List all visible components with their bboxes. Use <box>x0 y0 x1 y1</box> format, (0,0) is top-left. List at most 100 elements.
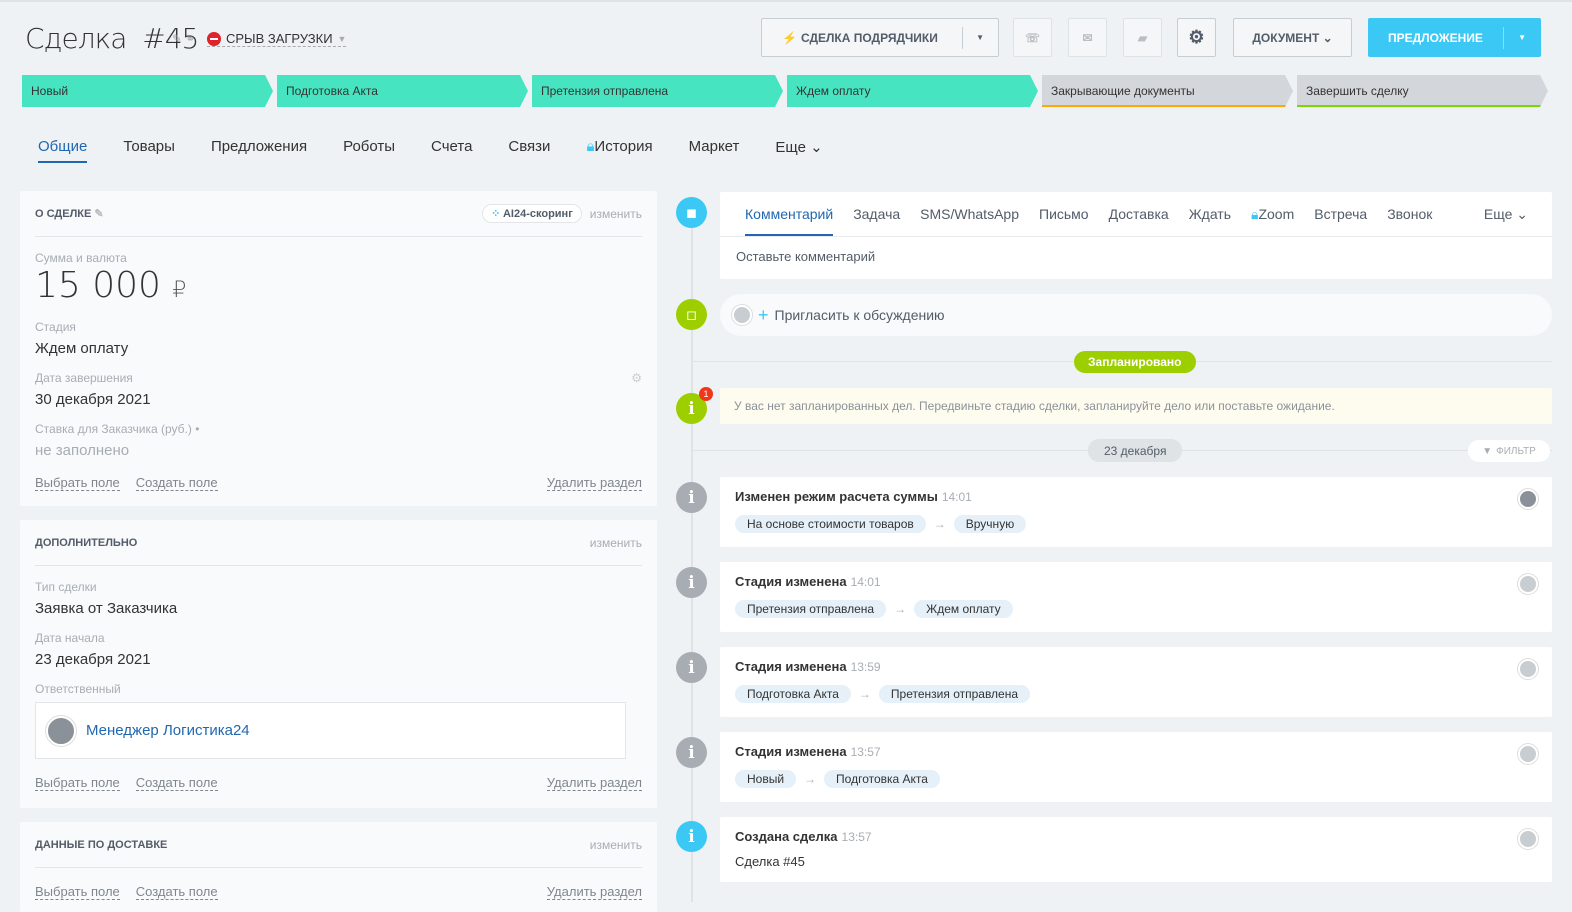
ai-scoring-button[interactable]: ⁘ AI24-скоринг <box>482 204 582 223</box>
stage-bar: Новый Подготовка Акта Претензия отправле… <box>22 75 1548 107</box>
timeline-event: Стадия изменена 14:01 Претензия отправлена… <box>720 562 1552 632</box>
timeline-event: Стадия изменена 13:59 Подготовка Акта → Прет… <box>720 647 1552 717</box>
tab-links[interactable]: Связи <box>508 138 550 163</box>
avatar[interactable] <box>1518 744 1538 764</box>
tab-history[interactable]: 🔒︎История <box>586 138 652 163</box>
event-time: 13:57 <box>850 745 881 759</box>
delete-section-link[interactable]: Удалить раздел <box>546 884 642 900</box>
create-field-link[interactable]: Создать поле <box>135 775 218 791</box>
settings-button[interactable]: ⚙ <box>1177 18 1216 57</box>
chat-icon: ▫ <box>676 299 707 330</box>
delete-section-link[interactable]: Удалить раздел <box>546 475 642 491</box>
call-button[interactable]: ☏ <box>1013 18 1052 57</box>
event-title: Стадия изменена <box>735 574 847 589</box>
status-dropdown[interactable]: СРЫВ ЗАГРУЗКИ ▼ <box>207 31 347 47</box>
delivery-section: ДАННЫЕ ПО ДОСТАВКЕ изменить Выбрать поле С… <box>20 822 657 912</box>
change-link[interactable]: изменить <box>590 536 642 550</box>
stage-new[interactable]: Новый <box>22 75 273 107</box>
tab-more[interactable]: Еще ⌄ <box>775 138 822 163</box>
avatar[interactable] <box>1518 659 1538 679</box>
deal-tabs: Общие Товары Предложения Роботы Счета Св… <box>38 138 823 163</box>
section-title: ДАННЫЕ ПО ДОСТАВКЕ <box>35 838 168 851</box>
select-field-link[interactable]: Выбрать поле <box>35 775 120 791</box>
scoring-label: AI24-скоринг <box>502 208 573 220</box>
timeline-event-created: Создана сделка 13:57 Сделка #45 <box>720 817 1552 882</box>
stage-awaiting-payment[interactable]: Ждем оплату <box>787 75 1038 107</box>
tab-zoom[interactable]: 🔒︎Zoom <box>1251 206 1294 223</box>
event-time: 13:57 <box>841 830 872 844</box>
comment-input[interactable]: Оставьте комментарий <box>720 237 1552 276</box>
avatar <box>732 305 752 325</box>
close-date-value[interactable]: 30 декабря 2021 <box>35 391 642 408</box>
edit-link-icons[interactable]: ✎ ⚭ <box>172 32 195 46</box>
create-field-link[interactable]: Создать поле <box>135 884 218 900</box>
info-icon: i <box>676 821 707 852</box>
user-icon[interactable] <box>1518 489 1538 509</box>
info-icon: i <box>676 567 707 598</box>
avatar[interactable] <box>1518 574 1538 594</box>
delete-section-link[interactable]: Удалить раздел <box>546 775 642 791</box>
email-button[interactable]: ✉ <box>1068 18 1107 57</box>
change-link[interactable]: изменить <box>590 207 642 221</box>
tab-more-label: Еще <box>1483 205 1513 222</box>
amount: 15 000 <box>35 265 161 306</box>
chevron-down-icon: ⌄ <box>1516 205 1528 222</box>
tab-offers[interactable]: Предложения <box>211 138 307 163</box>
stage-claim-sent[interactable]: Претензия отправлена <box>532 75 783 107</box>
tab-products[interactable]: Товары <box>123 138 175 163</box>
tab-call[interactable]: Звонок <box>1387 206 1432 222</box>
stage-closing-docs[interactable]: Закрывающие документы <box>1042 75 1293 107</box>
chevron-down-icon: ⌄ <box>1322 30 1333 45</box>
caret-icon[interactable]: ▼ <box>1518 33 1526 42</box>
gear-icon[interactable]: ⚙ <box>631 371 642 385</box>
timeline-event: Стадия изменена 13:57 Новый → Подготовка Акт… <box>720 732 1552 802</box>
avatar[interactable] <box>1518 829 1538 849</box>
rate-value[interactable]: не заполнено <box>35 442 642 459</box>
tab-market[interactable]: Маркет <box>689 138 740 163</box>
stage-finish-deal[interactable]: Завершить сделку <box>1297 75 1548 107</box>
change-link[interactable]: изменить <box>590 838 642 852</box>
document-button[interactable]: ДОКУМЕНТ ⌄ <box>1233 18 1352 57</box>
tab-general[interactable]: Общие <box>38 138 88 163</box>
responsible-link[interactable]: Менеджер Логистика24 <box>86 722 250 739</box>
timeline-event: Изменен режим расчета суммы 14:01 На основ… <box>720 477 1552 547</box>
tab-wait[interactable]: Ждать <box>1189 206 1231 222</box>
tab-email[interactable]: Письмо <box>1039 206 1089 222</box>
filter-label: ФИЛЬТР <box>1496 445 1536 457</box>
deal-type-label: Тип сделки <box>35 580 97 594</box>
filter-icon: ▼ <box>1482 445 1493 457</box>
tab-comment[interactable]: Комментарий <box>745 193 834 236</box>
arrow-icon: → <box>858 687 871 701</box>
filter-button[interactable]: ▼ ФИЛЬТР <box>1468 440 1550 462</box>
info-icon: i <box>676 737 707 768</box>
from-chip: Новый <box>735 770 797 788</box>
stage-value[interactable]: Ждем оплату <box>35 340 642 357</box>
start-date-value[interactable]: 23 декабря 2021 <box>35 651 642 668</box>
section-title: ДОПОЛНИТЕЛЬНО <box>35 536 138 549</box>
tab-sms[interactable]: SMS/WhatsApp <box>920 206 1019 222</box>
tab-robots[interactable]: Роботы <box>343 138 395 163</box>
select-field-link[interactable]: Выбрать поле <box>35 884 120 900</box>
tab-invoices[interactable]: Счета <box>431 138 472 163</box>
chat-button[interactable]: ▰ <box>1123 18 1162 57</box>
from-chip: На основе стоимости товаров <box>735 515 926 533</box>
avatar <box>46 715 76 746</box>
stage-label: Стадия <box>35 320 76 334</box>
to-chip: Подготовка Акта <box>824 770 940 788</box>
info-icon: i <box>676 482 707 513</box>
stage-act-prep[interactable]: Подготовка Акта <box>277 75 528 107</box>
event-time: 14:01 <box>850 575 881 589</box>
pencil-icon[interactable]: ✎ <box>94 208 103 220</box>
tab-task[interactable]: Задача <box>853 206 900 222</box>
offer-button[interactable]: ПРЕДЛОЖЕНИЕ ▼ <box>1368 18 1541 57</box>
contractors-button[interactable]: ⚡ СДЕЛКА ПОДРЯДЧИКИ ▼ <box>761 18 999 57</box>
tab-delivery[interactable]: Доставка <box>1109 206 1169 222</box>
deal-type-value[interactable]: Заявка от Заказчика <box>35 600 642 617</box>
tab-meeting[interactable]: Встреча <box>1314 206 1367 222</box>
create-field-link[interactable]: Создать поле <box>135 475 218 491</box>
invite-to-discussion[interactable]: + Пригласить к обсуждению <box>720 294 1552 336</box>
select-field-link[interactable]: Выбрать поле <box>35 475 120 491</box>
mail-icon: ✉ <box>1082 30 1093 45</box>
tab-more[interactable]: Еще ⌄ <box>1484 206 1528 223</box>
event-title: Стадия изменена <box>735 659 847 674</box>
